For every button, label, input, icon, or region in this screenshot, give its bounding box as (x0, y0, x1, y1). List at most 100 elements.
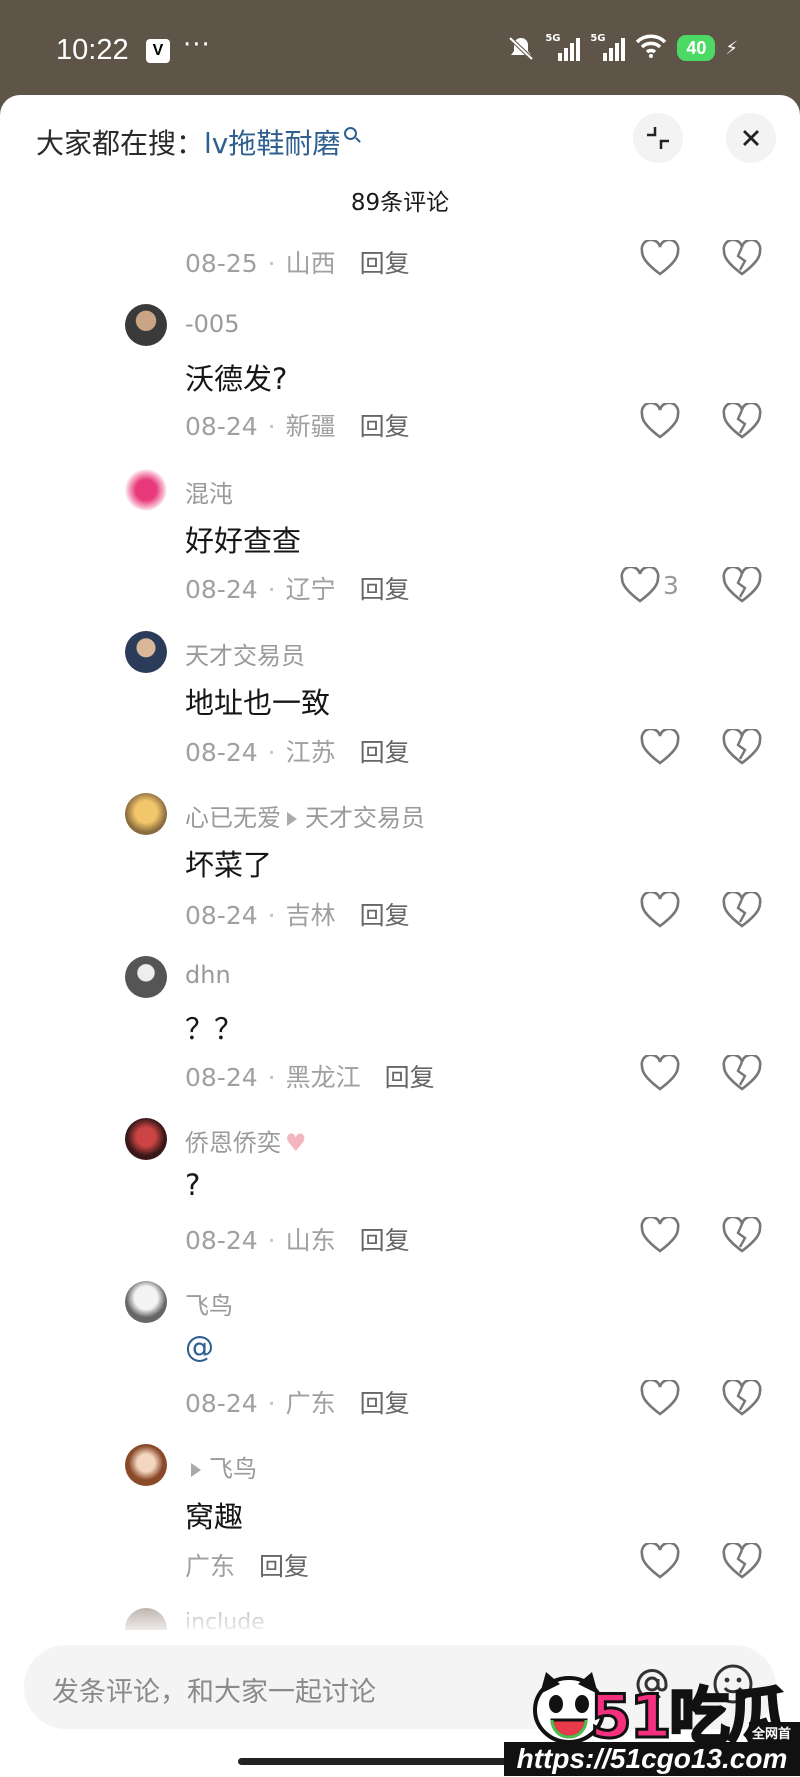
avatar[interactable] (125, 1281, 167, 1323)
avatar[interactable] (125, 793, 167, 835)
reply-button[interactable]: 回复 (360, 1226, 410, 1255)
heart-emoji-icon: ♥ (285, 1129, 307, 1157)
like-heart-icon[interactable] (640, 1543, 680, 1581)
comment-date: 08-25 (185, 249, 258, 278)
dislike-heart-icon[interactable] (722, 892, 762, 930)
fade-overlay (0, 1600, 800, 1638)
watermark-url: https://51cgo13.com (504, 1742, 800, 1776)
comment-username[interactable]: 心已无爱 天才交易员 (185, 798, 425, 833)
mute-bell-icon (507, 35, 535, 61)
status-icons: 5G 5G 40 ⚡ (507, 33, 738, 62)
like-heart-icon[interactable] (640, 240, 680, 278)
reply-button[interactable]: 回复 (360, 1389, 410, 1418)
battery-icon: 40 (677, 35, 716, 61)
comment-region: 黑龙江 (285, 1063, 361, 1092)
comment-username-text: 侨恩侨奕 (185, 1129, 281, 1157)
reply-button[interactable]: 回复 (360, 575, 410, 604)
comment-username[interactable]: 飞鸟 (185, 1449, 257, 1484)
reply-button[interactable]: 回复 (360, 249, 410, 278)
comment-region: 广东 (185, 1552, 236, 1581)
comment-username-text: 心已无爱 (185, 804, 281, 832)
dislike-heart-icon[interactable] (722, 240, 762, 278)
collapse-icon (647, 127, 669, 149)
like-heart-icon[interactable] (640, 729, 680, 767)
comment-text[interactable]: 坏菜了 (185, 842, 272, 884)
search-suggestion-label: 大家都在搜： (36, 127, 205, 160)
comment-date: 08-24 (185, 1389, 258, 1418)
more-notifications-icon: ··· (183, 30, 211, 60)
close-button[interactable] (726, 113, 776, 163)
watermark: 51吃瓜 全网首发 https://51cgo13.com (504, 1662, 800, 1777)
dislike-heart-icon[interactable] (722, 1380, 762, 1418)
comment-username[interactable]: 飞鸟 (185, 1286, 233, 1321)
reply-button[interactable]: 回复 (259, 1552, 309, 1581)
dislike-heart-icon[interactable] (722, 1543, 762, 1581)
charging-icon: ⚡ (725, 37, 738, 59)
comment-date: 08-24 (185, 575, 258, 604)
dislike-heart-icon[interactable] (722, 729, 762, 767)
reply-to-username[interactable]: 天才交易员 (305, 804, 425, 832)
comment-meta: 广东 回复 (185, 1547, 309, 1583)
avatar[interactable] (125, 1118, 167, 1160)
avatar[interactable] (125, 956, 167, 998)
search-suggestion-link[interactable]: lv拖鞋耐磨 (204, 122, 340, 162)
comment-text[interactable]: @ (185, 1330, 214, 1364)
avatar[interactable] (125, 304, 167, 346)
dislike-heart-icon[interactable] (722, 403, 762, 441)
comment-region: 江苏 (285, 738, 336, 767)
search-suggestion[interactable]: 大家都在搜： lv拖鞋耐磨 (36, 122, 358, 162)
wifi-icon (635, 34, 667, 62)
app-notification-icon: V (146, 39, 170, 63)
comment-text[interactable]: ? (185, 1168, 200, 1202)
comment-username[interactable]: 天才交易员 (185, 636, 305, 671)
avatar[interactable] (125, 631, 167, 673)
comment-date: 08-24 (185, 901, 258, 930)
comment-meta: 08-24 · 辽宁 回复 (185, 575, 410, 604)
comment-username[interactable]: 侨恩侨奕 ♥ (185, 1123, 307, 1158)
like-count: 3 (663, 571, 679, 600)
comment-username[interactable]: -005 (185, 310, 239, 338)
comment-region: 山东 (285, 1226, 336, 1255)
reply-button[interactable]: 回复 (360, 901, 410, 930)
avatar[interactable] (125, 469, 167, 511)
comment-count: 89条评论 (350, 190, 450, 216)
dislike-heart-icon[interactable] (722, 1217, 762, 1255)
dislike-heart-icon[interactable] (722, 1055, 762, 1093)
comment-meta: 08-24 · 山东 回复 (185, 1226, 410, 1255)
reply-button[interactable]: 回复 (385, 1063, 435, 1092)
comment-text[interactable]: 地址也一致 (185, 680, 330, 722)
reply-to-username[interactable]: 飞鸟 (209, 1455, 257, 1483)
collapse-button[interactable] (633, 113, 683, 163)
comment-input[interactable]: 发条评论，和大家一起讨论 (52, 1670, 376, 1709)
like-heart-icon[interactable] (620, 567, 660, 605)
signal-icon: 5G (590, 33, 626, 61)
comment-meta: 08-25 · 山西 回复 (185, 249, 410, 278)
comment-sheet (0, 95, 800, 1777)
comment-username[interactable]: 混沌 (185, 474, 233, 509)
comment-date: 08-24 (185, 1063, 258, 1092)
comment-date: 08-24 (185, 738, 258, 767)
status-bar: 10:22 V ··· 5G 5G 40 ⚡ (0, 0, 800, 95)
comment-text[interactable]: 好好查查 (185, 518, 301, 560)
comment-region: 山西 (285, 249, 336, 278)
like-heart-icon[interactable] (640, 403, 680, 441)
comment-region: 辽宁 (285, 575, 336, 604)
comment-username[interactable]: dhn (185, 961, 231, 989)
comment-meta: 08-24 · 广东 回复 (185, 1389, 410, 1418)
comment-date: 08-24 (185, 1226, 258, 1255)
like-heart-icon[interactable] (640, 1217, 680, 1255)
close-icon (743, 130, 759, 146)
reply-button[interactable]: 回复 (360, 412, 410, 441)
like-heart-icon[interactable] (640, 1380, 680, 1418)
avatar[interactable] (125, 1444, 167, 1486)
reply-button[interactable]: 回复 (360, 738, 410, 767)
comment-text[interactable]: 沃德发? (185, 356, 287, 398)
comment-text[interactable]: ？？ (185, 1006, 243, 1048)
signal-icon: 5G (545, 33, 581, 61)
search-icon (344, 126, 358, 140)
comment-text[interactable]: 窝趣 (185, 1494, 243, 1536)
comment-region: 新疆 (285, 412, 336, 441)
like-heart-icon[interactable] (640, 892, 680, 930)
like-heart-icon[interactable] (640, 1055, 680, 1093)
dislike-heart-icon[interactable] (722, 567, 762, 605)
